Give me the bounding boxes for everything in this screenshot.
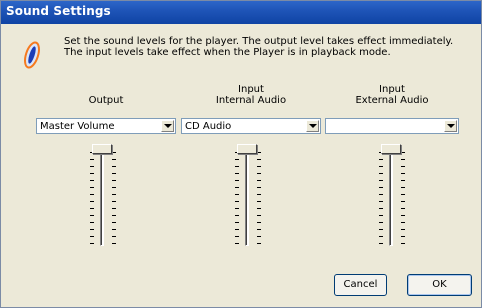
title-bar[interactable]: Sound Settings [1,1,481,24]
cancel-button[interactable]: Cancel [334,274,387,296]
info-text: Set the sound levels for the player. The… [64,36,454,58]
slider-ticks [379,152,383,246]
slider-thumb[interactable] [92,144,112,154]
internal-audio-slider[interactable] [233,144,263,248]
chevron-down-icon[interactable] [306,120,319,132]
window-title: Sound Settings [6,4,111,18]
internal-audio-dropdown[interactable]: CD Audio [181,118,321,134]
output-dropdown[interactable]: Master Volume [36,118,176,134]
external-audio-dropdown[interactable] [325,118,459,134]
chevron-down-icon[interactable] [444,120,457,132]
output-heading: Output [88,95,124,106]
slider-track [245,148,249,246]
internal-audio-heading-line1: Input [238,84,264,95]
info-icon [24,41,40,69]
ok-button[interactable]: OK [407,274,472,296]
slider-thumb[interactable] [381,144,401,154]
slider-ticks [257,152,261,246]
slider-track [100,148,104,246]
external-audio-heading: External Audio [355,95,429,106]
output-volume-slider[interactable] [88,144,118,248]
internal-audio-heading: Internal Audio [215,95,287,106]
slider-ticks [90,152,94,246]
external-audio-slider[interactable] [377,144,407,248]
slider-ticks [235,152,239,246]
sound-settings-dialog: Sound Settings Set the sound levels for … [0,0,482,308]
internal-audio-dropdown-value: CD Audio [185,121,232,132]
slider-track [389,148,393,246]
slider-thumb[interactable] [237,144,257,154]
output-dropdown-value: Master Volume [40,121,115,132]
slider-ticks [401,152,405,246]
chevron-down-icon[interactable] [161,120,174,132]
slider-ticks [112,152,116,246]
external-audio-heading-line1: Input [379,84,405,95]
